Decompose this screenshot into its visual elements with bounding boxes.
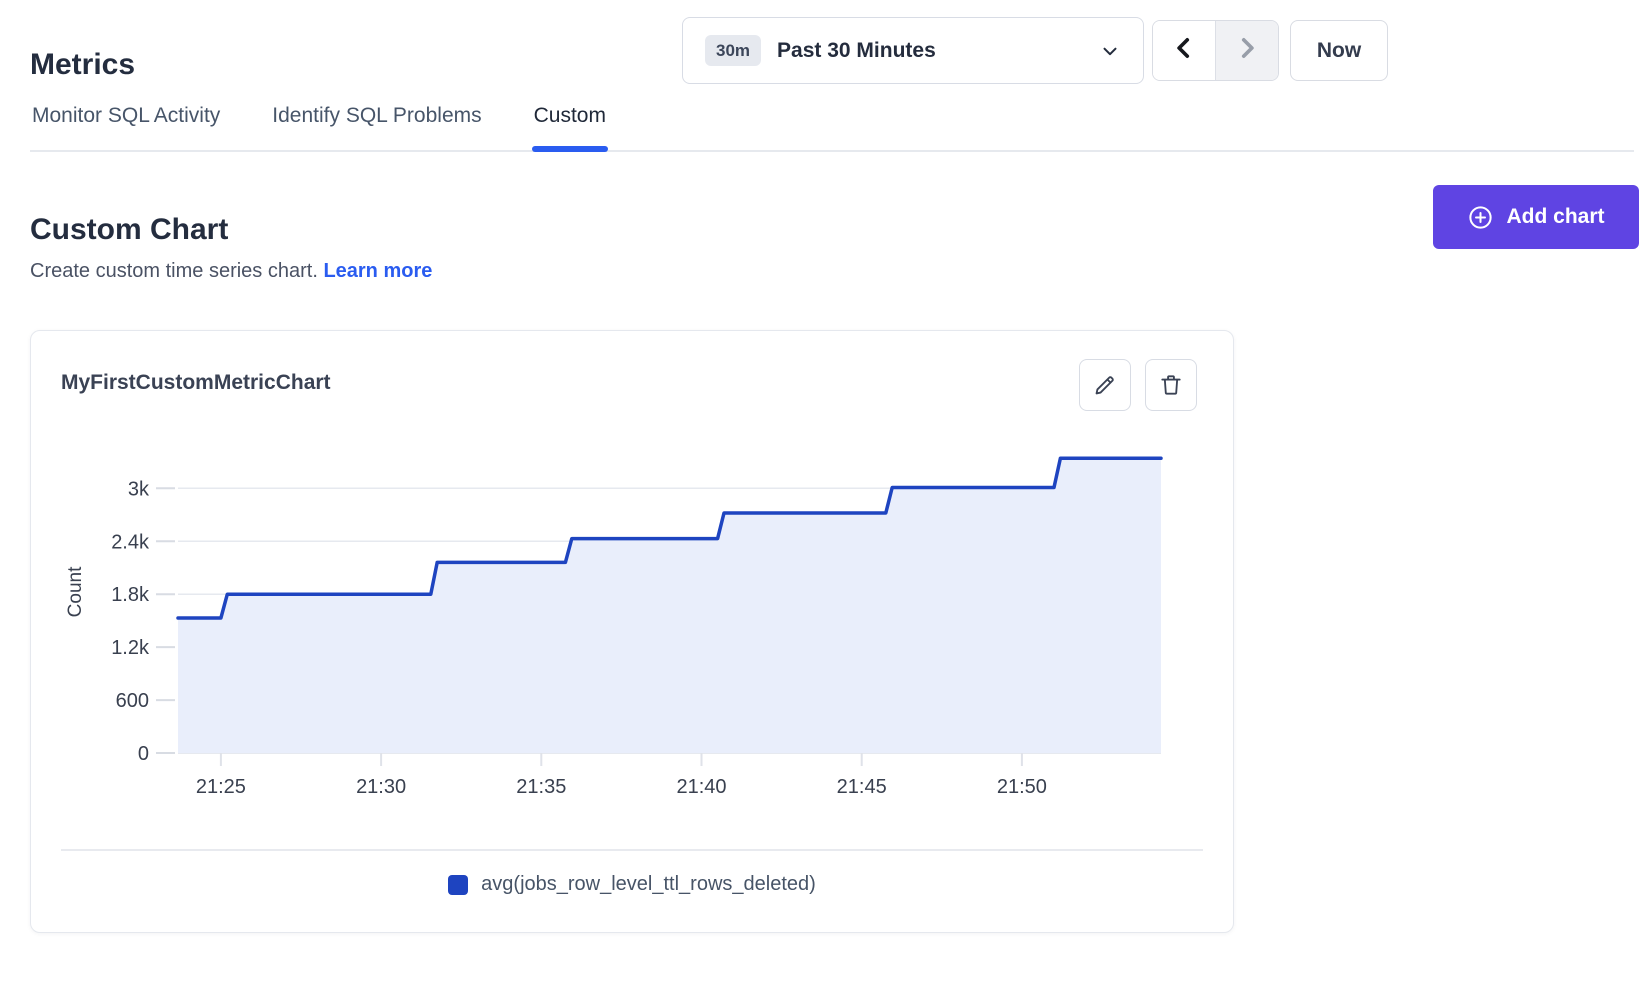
x-tick-label: 21:30 (356, 776, 406, 798)
chart-title: MyFirstCustomMetricChart (61, 371, 331, 395)
tab-custom[interactable]: Custom (532, 104, 608, 150)
previous-time-button[interactable] (1153, 21, 1215, 80)
time-range-dropdown[interactable]: 30m Past 30 Minutes (682, 17, 1144, 84)
section-title: Custom Chart (30, 213, 228, 247)
series-area (178, 458, 1161, 753)
tabs: Monitor SQL Activity Identify SQL Proble… (30, 104, 1634, 152)
x-tick-label: 21:35 (516, 776, 566, 798)
y-tick-label: 0 (138, 743, 149, 765)
add-chart-button[interactable]: Add chart (1433, 185, 1639, 249)
plus-circle-icon (1467, 204, 1494, 231)
x-tick-label: 21:45 (837, 776, 887, 798)
learn-more-link[interactable]: Learn more (323, 260, 432, 282)
chart-legend: avg(jobs_row_level_ttl_rows_deleted) (31, 873, 1233, 896)
section-description-text: Create custom time series chart. (30, 260, 318, 282)
tab-identify-sql-problems[interactable]: Identify SQL Problems (270, 104, 483, 150)
section-description: Create custom time series chart. Learn m… (30, 260, 432, 283)
now-button-label: Now (1317, 39, 1361, 63)
chevron-down-icon (1099, 40, 1121, 62)
y-axis-label: Count (65, 566, 86, 617)
metrics-page: Metrics 30m Past 30 Minutes Now (0, 0, 1650, 982)
x-tick-label: 21:25 (196, 776, 246, 798)
legend-label: avg(jobs_row_level_ttl_rows_deleted) (481, 873, 816, 896)
y-tick-label: 600 (116, 690, 149, 712)
card-divider (61, 849, 1203, 851)
y-tick-label: 2.4k (111, 531, 150, 553)
x-tick-label: 21:50 (997, 776, 1047, 798)
tab-monitor-sql-activity[interactable]: Monitor SQL Activity (30, 104, 222, 150)
chevron-left-icon (1171, 35, 1197, 66)
edit-chart-button[interactable] (1079, 359, 1131, 411)
y-tick-label: 3k (128, 478, 150, 500)
now-button[interactable]: Now (1290, 20, 1388, 81)
next-time-button[interactable] (1215, 21, 1278, 80)
x-tick-label: 21:40 (676, 776, 726, 798)
custom-chart-plot: 0 600 1.2k 1.8k 2.4k 3k 21:25 21:30 21:35 21:40 21… (61, 421, 1205, 821)
y-tick-label: 1.2k (111, 637, 150, 659)
delete-chart-button[interactable] (1145, 359, 1197, 411)
legend-swatch (448, 875, 468, 895)
custom-chart-card: MyFirstCustomMetricChart 0 600 1.2k 1.8k 2.4… (30, 330, 1234, 933)
add-chart-button-label: Add chart (1506, 205, 1604, 229)
chevron-right-icon (1234, 35, 1260, 66)
time-step-buttons (1152, 20, 1279, 81)
time-range-label: Past 30 Minutes (777, 39, 936, 63)
time-range-badge: 30m (705, 35, 761, 66)
page-title: Metrics (30, 48, 135, 82)
pencil-icon (1092, 372, 1118, 398)
y-tick-label: 1.8k (111, 584, 150, 606)
trash-icon (1158, 372, 1184, 398)
